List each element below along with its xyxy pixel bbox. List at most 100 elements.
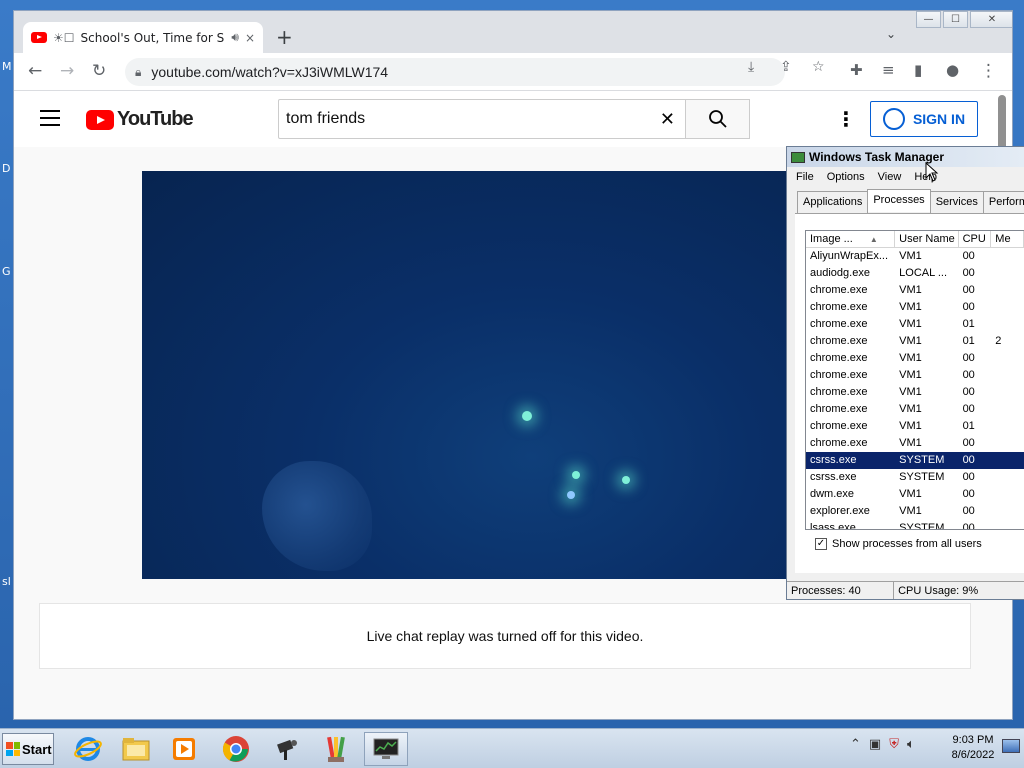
tab-performance[interactable]: Performa bbox=[982, 191, 1024, 213]
process-row[interactable]: AliyunWrapEx... VM1 00 bbox=[806, 248, 1024, 265]
process-row[interactable]: audiodg.exe LOCAL ... 00 bbox=[806, 265, 1024, 282]
new-tab-button[interactable]: + bbox=[276, 25, 293, 49]
process-cpu: 00 bbox=[962, 301, 975, 313]
process-memory bbox=[991, 486, 1024, 503]
browser-tab[interactable]: ☀☐ School's Out, Time for Su 🔊︎ × bbox=[23, 22, 263, 53]
task-manager-titlebar[interactable]: Windows Task Manager bbox=[787, 147, 1024, 167]
checkbox-box[interactable]: ✓ bbox=[815, 538, 827, 550]
reload-icon[interactable]: ↻ bbox=[92, 61, 106, 81]
column-memory[interactable]: Me bbox=[991, 231, 1024, 247]
share-icon[interactable]: ⇪ bbox=[780, 59, 792, 75]
process-cpu: 00 bbox=[962, 488, 975, 500]
show-desktop-button[interactable] bbox=[1002, 739, 1020, 753]
process-row[interactable]: chrome.exe VM1 00 bbox=[806, 401, 1024, 418]
process-row[interactable]: chrome.exe VM1 00 bbox=[806, 367, 1024, 384]
process-row[interactable]: dwm.exe VM1 00 bbox=[806, 486, 1024, 503]
menu-file[interactable]: File bbox=[796, 171, 814, 183]
chrome-icon[interactable] bbox=[214, 732, 258, 766]
taskbar-clock[interactable]: 9:03 PM 8/6/2022 bbox=[945, 733, 1001, 763]
volume-icon[interactable]: 🔈︎ bbox=[907, 737, 915, 752]
media-queue-icon[interactable]: ≡ bbox=[882, 61, 895, 79]
process-user-name: SYSTEM bbox=[899, 522, 945, 530]
process-memory bbox=[991, 503, 1024, 520]
process-row[interactable]: explorer.exe VM1 00 bbox=[806, 503, 1024, 520]
column-cpu[interactable]: CPU bbox=[959, 231, 992, 247]
back-icon[interactable]: ← bbox=[28, 61, 42, 81]
process-list[interactable]: Image ... ▲ User Name CPU Me AliyunWrapE… bbox=[805, 230, 1024, 530]
live-chat-message: Live chat replay was turned off for this… bbox=[366, 628, 644, 644]
process-memory bbox=[991, 435, 1024, 452]
tab-search-icon[interactable]: ⌄ bbox=[886, 27, 896, 41]
tab-processes[interactable]: Processes bbox=[867, 189, 931, 212]
process-memory bbox=[991, 265, 1024, 282]
process-row[interactable]: chrome.exe VM1 00 bbox=[806, 435, 1024, 452]
process-user-name: VM1 bbox=[899, 250, 922, 262]
process-row[interactable]: chrome.exe VM1 00 bbox=[806, 282, 1024, 299]
process-row[interactable]: chrome.exe VM1 01 2 bbox=[806, 333, 1024, 350]
install-icon[interactable]: ⤓ bbox=[748, 59, 754, 75]
process-row[interactable]: chrome.exe VM1 00 bbox=[806, 299, 1024, 316]
task-manager-title: Windows Task Manager bbox=[809, 150, 945, 164]
hamburger-menu-icon[interactable] bbox=[40, 110, 60, 126]
file-explorer-icon[interactable] bbox=[114, 732, 158, 766]
sign-in-button[interactable]: SIGN IN bbox=[870, 101, 978, 137]
youtube-logo-text: YouTube bbox=[117, 108, 194, 130]
video-frame-light bbox=[522, 411, 532, 421]
process-cpu: 00 bbox=[962, 454, 975, 466]
network-icon[interactable]: ▣ bbox=[869, 737, 881, 752]
start-button[interactable]: Start bbox=[2, 733, 54, 765]
process-user-name: VM1 bbox=[899, 488, 922, 500]
chrome-menu-icon[interactable]: ⋮ bbox=[980, 61, 997, 81]
process-row[interactable]: csrss.exe SYSTEM 00 bbox=[806, 452, 1024, 469]
search-box[interactable]: tom friends ✕ bbox=[278, 99, 686, 139]
profile-icon[interactable]: ● bbox=[946, 61, 959, 79]
column-image-name[interactable]: Image ... ▲ bbox=[806, 231, 896, 247]
task-manager-statusbar: Processes: 40 CPU Usage: 9% bbox=[787, 581, 1024, 599]
process-row[interactable]: lsass.exe SYSTEM 00 bbox=[806, 520, 1024, 530]
tab-applications[interactable]: Applications bbox=[797, 191, 869, 213]
menu-view[interactable]: View bbox=[878, 171, 902, 183]
task-manager-icon bbox=[791, 151, 805, 163]
column-user-name[interactable]: User Name bbox=[895, 231, 959, 247]
task-manager-icon[interactable] bbox=[364, 732, 408, 766]
process-row[interactable]: chrome.exe VM1 01 bbox=[806, 418, 1024, 435]
process-image-name: chrome.exe bbox=[810, 420, 868, 432]
video-player[interactable] bbox=[142, 171, 792, 579]
search-button[interactable] bbox=[686, 99, 750, 139]
close-button[interactable]: ✕ bbox=[970, 11, 1012, 28]
tab-close-icon[interactable]: × bbox=[245, 31, 255, 45]
process-row[interactable]: chrome.exe VM1 00 bbox=[806, 384, 1024, 401]
search-input[interactable]: tom friends bbox=[286, 110, 660, 128]
tab-services[interactable]: Services bbox=[929, 191, 984, 213]
tray-expand-icon[interactable]: ⌃ bbox=[850, 737, 861, 752]
youtube-logo[interactable]: YouTube bbox=[86, 108, 194, 131]
paint-brush-icon[interactable] bbox=[314, 732, 358, 766]
lock-icon[interactable]: 🔒︎ bbox=[135, 65, 141, 80]
extensions-icon[interactable]: ✚ bbox=[850, 61, 863, 79]
minimize-button[interactable]: — bbox=[916, 11, 941, 28]
start-label: Start bbox=[22, 741, 52, 757]
process-row[interactable]: chrome.exe VM1 01 bbox=[806, 316, 1024, 333]
page-scrollbar[interactable] bbox=[998, 95, 1006, 150]
media-player-icon[interactable] bbox=[162, 732, 206, 766]
address-bar[interactable]: 🔒︎ youtube.com/watch?v=xJ3iWMLW174 bbox=[125, 58, 785, 86]
process-row[interactable]: chrome.exe VM1 00 bbox=[806, 350, 1024, 367]
process-row[interactable]: csrss.exe SYSTEM 00 bbox=[806, 469, 1024, 486]
process-cpu: 00 bbox=[962, 403, 975, 415]
process-user-name: VM1 bbox=[899, 403, 922, 415]
task-manager-window[interactable]: Windows Task Manager File Options View H… bbox=[786, 146, 1024, 600]
maximize-button[interactable]: ☐ bbox=[943, 11, 968, 28]
security-alert-icon[interactable]: ⛨ bbox=[889, 737, 899, 752]
process-cpu: 01 bbox=[962, 420, 975, 432]
camera-tool-icon[interactable] bbox=[264, 732, 308, 766]
clock-date: 8/6/2022 bbox=[951, 749, 995, 761]
side-panel-icon[interactable]: ▮ bbox=[914, 61, 922, 79]
bookmark-star-icon[interactable]: ☆ bbox=[812, 59, 825, 75]
show-all-users-checkbox[interactable]: ✓ Show processes from all users bbox=[815, 538, 982, 550]
internet-explorer-icon[interactable] bbox=[66, 732, 110, 766]
clear-search-icon[interactable]: ✕ bbox=[660, 109, 675, 130]
settings-kebab-icon[interactable]: ⋮ bbox=[836, 107, 856, 131]
speaker-icon[interactable]: 🔊︎ bbox=[231, 30, 239, 45]
menu-options[interactable]: Options bbox=[827, 171, 865, 183]
forward-icon[interactable]: → bbox=[60, 61, 74, 81]
